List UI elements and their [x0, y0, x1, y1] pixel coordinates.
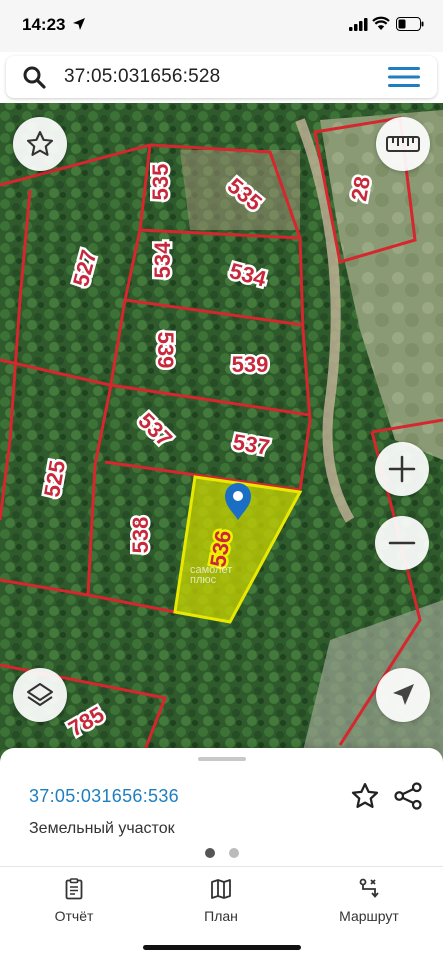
watermark-line: плюс	[190, 574, 217, 586]
status-bar: 14:23	[0, 0, 443, 52]
search-bar[interactable]: 37:05:031656:528	[6, 56, 437, 98]
layers-icon	[27, 683, 53, 706]
zoom-in-button[interactable]	[375, 442, 429, 496]
minus-icon	[388, 541, 416, 545]
watermark: самолет плюс	[190, 565, 232, 586]
map-view[interactable]: 535 535 28 527 534 534 539 539 537 537 5…	[0, 103, 443, 763]
my-location-button[interactable]	[376, 668, 430, 722]
tab-label: Отчёт	[54, 908, 94, 924]
ruler-icon	[386, 136, 420, 152]
tab-report[interactable]: Отчёт	[14, 877, 134, 924]
favorite-map-button[interactable]	[13, 117, 67, 171]
tab-plan[interactable]: План	[161, 877, 281, 924]
plot-label: 538	[128, 517, 153, 554]
plot-info-sheet[interactable]: 37:05:031656:536 Земельный участок	[0, 748, 443, 866]
report-icon	[65, 878, 83, 900]
home-indicator[interactable]	[143, 945, 301, 950]
star-icon[interactable]	[350, 781, 380, 811]
ruler-button[interactable]	[376, 117, 430, 171]
plot-type: Земельный участок	[29, 820, 175, 837]
page-indicator-dot	[229, 848, 239, 858]
plot-label: 539	[232, 352, 269, 377]
tab-route[interactable]: Маршрут	[309, 877, 429, 924]
status-time: 14:23	[22, 15, 66, 34]
map-icon	[211, 879, 231, 899]
plus-icon	[388, 455, 416, 483]
cadastral-number[interactable]: 37:05:031656:536	[29, 786, 179, 807]
battery-icon	[396, 17, 424, 31]
share-icon[interactable]	[393, 781, 423, 811]
wifi-icon	[372, 16, 390, 30]
plot-label: 535	[148, 164, 173, 201]
search-input[interactable]: 37:05:031656:528	[64, 66, 220, 88]
menu-icon[interactable]	[388, 66, 420, 88]
navigation-arrow-icon	[393, 684, 414, 705]
location-arrow-icon	[73, 18, 85, 30]
zoom-out-button[interactable]	[375, 516, 429, 570]
route-icon	[359, 878, 379, 898]
signal-icon	[349, 18, 368, 31]
star-icon	[26, 131, 54, 156]
plot-label: 539	[153, 332, 178, 369]
plot-label: 28	[346, 174, 375, 202]
search-icon[interactable]	[22, 65, 46, 89]
tab-label: Маршрут	[339, 908, 399, 924]
sheet-handle[interactable]	[198, 757, 246, 761]
bottom-tab-bar: Отчёт План Маршрут	[0, 866, 443, 960]
layers-button[interactable]	[13, 668, 67, 722]
tab-label: План	[204, 908, 238, 924]
plot-label: 534	[150, 241, 175, 278]
satellite-map[interactable]: 535 535 28 527 534 534 539 539 537 537 5…	[0, 103, 443, 763]
page-indicator-dot-active	[205, 848, 215, 858]
